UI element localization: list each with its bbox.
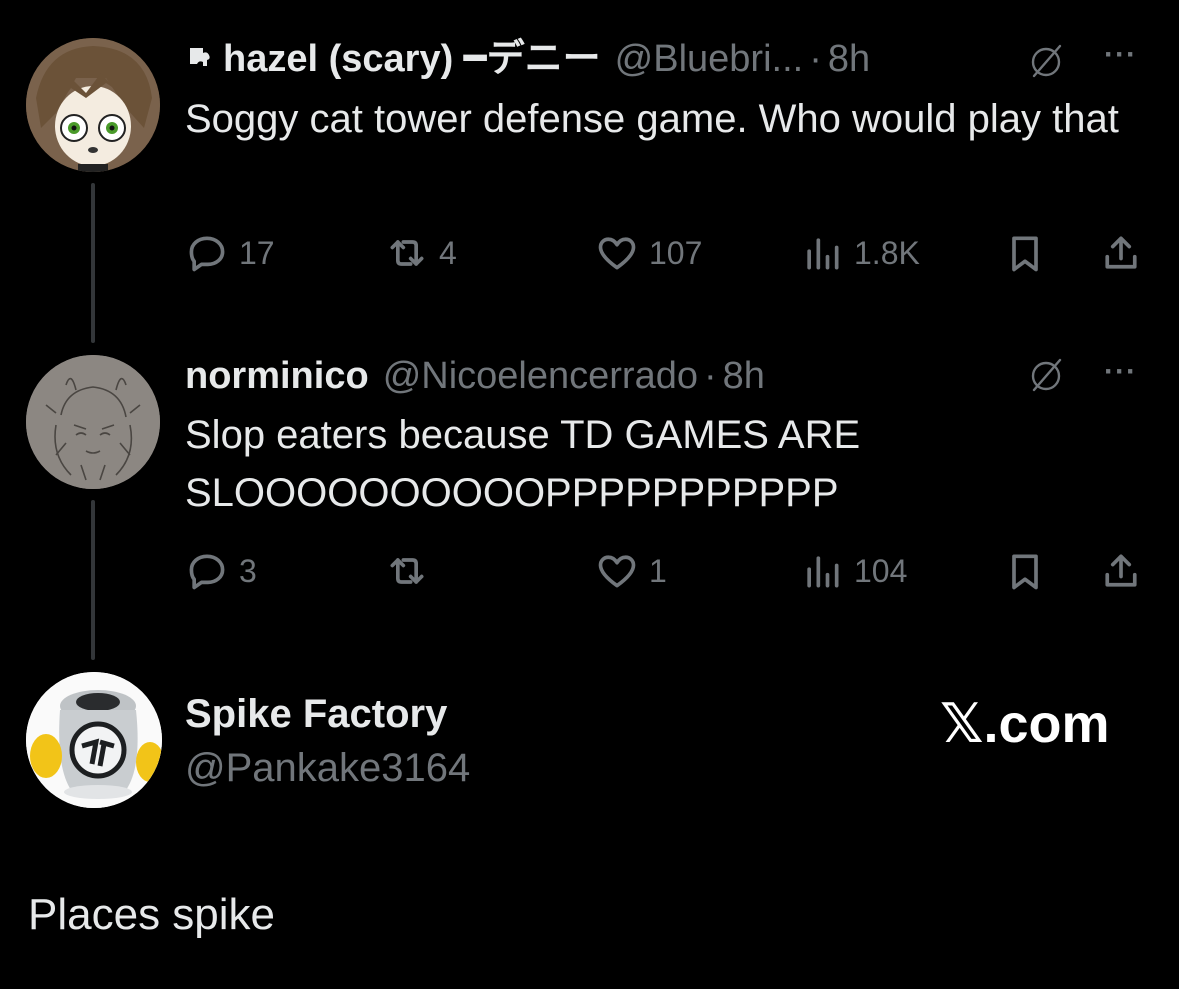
reply-count: 17 [239,234,275,271]
bookmark-icon [1012,554,1038,590]
repost-button[interactable]: 4 [385,228,457,278]
display-name[interactable]: hazel (scary) ━デニー [223,40,601,78]
action-bar: 3 1 104 [185,546,1145,596]
views-button[interactable]: 104 [800,546,907,596]
thread-line [91,183,95,343]
thread-line [91,500,95,660]
tweet-text: Soggy cat tower defense game. Who would … [185,97,1119,141]
display-name[interactable]: Spike Factory [185,692,447,736]
repost-button[interactable] [385,546,439,596]
repost-icon [390,240,424,266]
like-icon [598,237,636,270]
avatar[interactable] [26,355,160,489]
views-icon [807,238,839,270]
handle[interactable]: @Bluebri... [615,40,804,78]
reply-button[interactable]: 3 [185,546,257,596]
repost-icon [390,558,424,584]
timestamp[interactable]: 8h [828,40,870,78]
views-button[interactable]: 1.8K [800,228,920,278]
separator-dot: · [703,355,717,397]
bookmark-icon [1012,236,1038,272]
like-count: 107 [649,234,703,271]
bookmark-button[interactable] [1003,546,1047,596]
more-icon[interactable]: ··· [1104,38,1137,72]
view-count: 1.8K [854,234,920,271]
views-icon [807,556,839,588]
timestamp[interactable]: 8h [723,357,765,395]
reply-count: 3 [239,552,257,589]
puzzle-piece-icon [185,43,215,73]
share-icon [1105,236,1137,269]
like-button[interactable]: 1 [595,546,667,596]
share-button[interactable] [1099,228,1143,278]
tweet-header: hazel (scary) ━デニー @Bluebri... · 8h [185,40,870,78]
like-button[interactable]: 107 [595,228,702,278]
bookmark-button[interactable] [1003,228,1047,278]
like-icon [598,555,636,588]
view-count: 104 [854,552,908,589]
quote-text: Places spike [28,890,276,939]
share-button[interactable] [1099,546,1143,596]
grok-icon[interactable] [1024,38,1070,84]
avatar[interactable] [26,38,160,172]
avatar[interactable] [26,672,162,808]
reply-button[interactable]: 17 [185,228,275,278]
separator-dot: · [809,38,822,80]
repost-count: 4 [439,234,457,271]
handle[interactable]: @Pankake3164 [185,746,470,790]
reply-icon [189,554,225,590]
share-icon [1105,554,1137,587]
more-icon[interactable]: ··· [1104,355,1137,389]
handle[interactable]: @Nicoelencerrado [383,357,698,395]
grok-icon[interactable] [1024,352,1070,398]
reply-icon [189,236,225,272]
tweet-header: norminico @Nicoelencerrado · 8h [185,357,765,395]
site-label: 𝕏.com [940,694,1110,754]
like-count: 1 [649,552,667,589]
action-bar: 17 4 107 1.8K [185,228,1145,278]
display-name[interactable]: norminico [185,357,369,395]
tweet-text: Slop eaters because TD GAMES ARE SLOOOOO… [185,413,861,515]
